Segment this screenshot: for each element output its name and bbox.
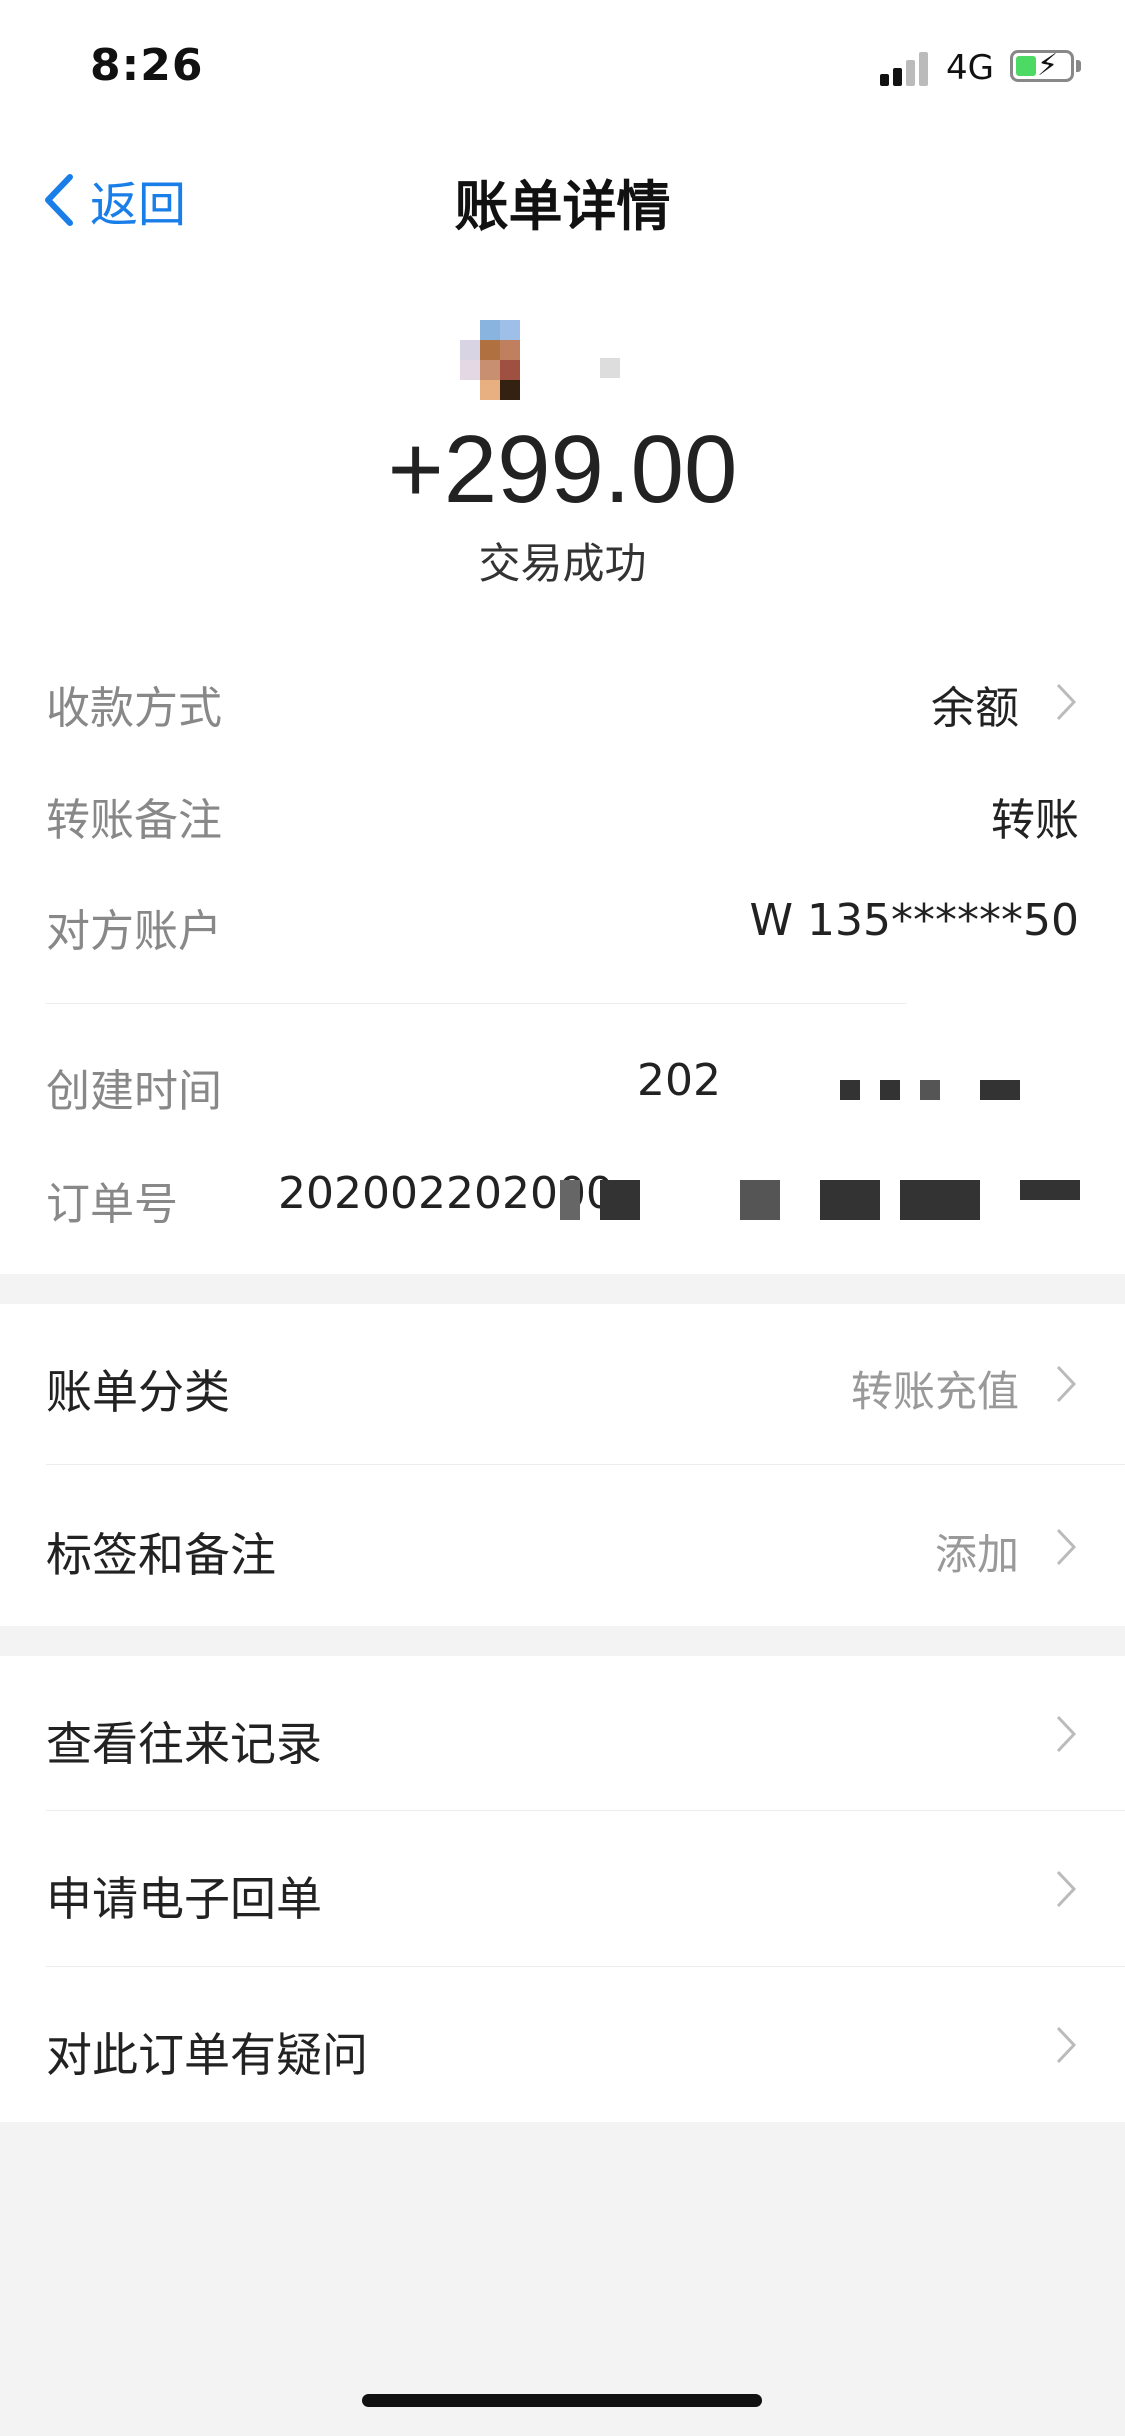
bill-category-row[interactable]: 账单分类 转账充值 — [0, 1304, 1125, 1464]
amount: +299.00 — [387, 416, 738, 523]
e-receipt-row[interactable]: 申请电子回单 — [0, 1811, 1125, 1966]
mosaic-block — [980, 1080, 1020, 1100]
mosaic-block — [600, 1180, 640, 1220]
battery-tip — [1076, 60, 1081, 72]
tag-note-label: 标签和备注 — [46, 1528, 276, 1582]
mosaic-block — [880, 1080, 900, 1100]
row-value-created-time: 202 — [637, 1055, 721, 1106]
mosaic-block — [820, 1180, 880, 1220]
row-value-payment-method[interactable]: 余额 — [931, 672, 1019, 736]
e-receipt-label: 申请电子回单 — [46, 1872, 322, 1926]
signal-icon — [880, 52, 932, 86]
actions-panel: 查看往来记录 申请电子回单 对此订单有疑问 — [0, 1656, 1125, 2122]
network-label: 4G — [946, 48, 994, 88]
chevron-right-icon — [1056, 2026, 1077, 2064]
bill-category-label: 账单分类 — [46, 1365, 230, 1419]
chevron-right-icon — [1056, 1715, 1077, 1753]
section-separator — [0, 1274, 1125, 1304]
row-label-created-time: 创建时间 — [46, 1066, 222, 1117]
view-history-row[interactable]: 查看往来记录 — [0, 1656, 1125, 1810]
row-label-counterparty: 对方账户 — [46, 906, 222, 957]
tag-note-row[interactable]: 标签和备注 添加 — [0, 1465, 1125, 1626]
mosaic-block — [1020, 1180, 1080, 1200]
chevron-right-icon — [1056, 1528, 1077, 1566]
mosaic-block — [740, 1180, 780, 1220]
row-label-transfer-note: 转账备注 — [46, 795, 222, 846]
mosaic-block — [900, 1180, 980, 1220]
order-question-label: 对此订单有疑问 — [46, 2028, 368, 2082]
row-value-transfer-note: 转账 — [991, 795, 1079, 846]
mosaic-block — [920, 1080, 940, 1100]
divider — [46, 1003, 906, 1004]
name-mosaic — [600, 358, 620, 378]
status-time: 8:26 — [90, 40, 204, 91]
chevron-right-icon — [1056, 1870, 1077, 1908]
mosaic-block — [560, 1180, 580, 1220]
transaction-status: 交易成功 — [478, 539, 647, 588]
mosaic-block — [840, 1080, 860, 1100]
tag-note-value: 添加 — [934, 1530, 1019, 1579]
view-history-label: 查看往来记录 — [46, 1717, 322, 1771]
section-separator — [0, 1626, 1125, 1656]
order-question-row[interactable]: 对此订单有疑问 — [0, 1967, 1125, 2122]
bill-category-value: 转账充值 — [850, 1367, 1019, 1416]
home-indicator[interactable] — [362, 2394, 762, 2407]
row-label-order-number: 订单号 — [46, 1179, 178, 1230]
row-label-payment-method: 收款方式 — [46, 683, 222, 734]
avatar[interactable] — [460, 320, 540, 400]
row-value-counterparty: W 135******50 — [749, 895, 1079, 946]
chevron-right-icon — [1056, 1365, 1077, 1403]
chevron-right-icon — [1056, 683, 1077, 721]
category-panel: 账单分类 转账充值 标签和备注 添加 — [0, 1304, 1125, 1626]
battery-icon: ⚡ — [1010, 49, 1074, 83]
page-title: 账单详情 — [454, 175, 671, 238]
